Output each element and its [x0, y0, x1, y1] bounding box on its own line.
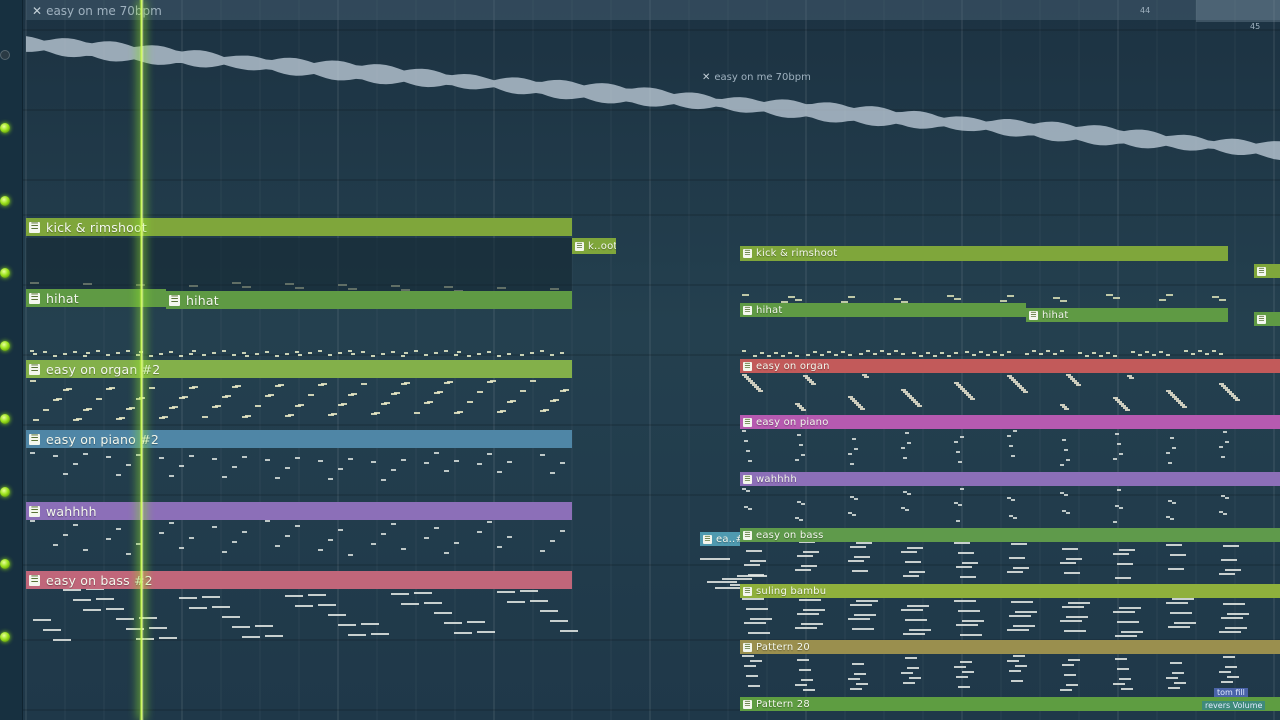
bar-number: 44 — [1140, 6, 1151, 15]
close-icon[interactable]: ✕ — [32, 4, 42, 18]
track-mute-button[interactable] — [0, 50, 10, 60]
pattern-clip-bass[interactable]: ☰ easy on bass #2 — [26, 571, 572, 589]
pattern-clip-hihat[interactable]: ☰ hihat — [1026, 308, 1228, 322]
pattern-icon: ☰ — [743, 699, 752, 709]
pattern-icon: ☰ — [29, 221, 40, 233]
track-strip — [0, 0, 23, 720]
automation-clip-label[interactable]: tom fill — [1214, 688, 1248, 697]
pattern-clip-kick[interactable]: ☰ k..oot — [572, 238, 616, 254]
pattern-clip-pattern28[interactable]: ☰ Pattern 28 — [740, 697, 1280, 711]
track-mute-button[interactable] — [0, 414, 10, 424]
pattern-icon: ☰ — [29, 574, 40, 586]
playhead[interactable] — [139, 0, 144, 720]
pattern-icon: ☰ — [743, 586, 752, 596]
pattern-icon: ☰ — [703, 534, 712, 544]
pattern-clip-suling[interactable]: ☰ suling bambu — [740, 584, 1280, 598]
pattern-icon: ☰ — [743, 530, 752, 540]
pattern-clip-hihat[interactable]: ☰ hihat — [740, 303, 1026, 317]
pattern-icon: ☰ — [743, 305, 752, 315]
track-mute-button[interactable] — [0, 341, 10, 351]
pattern-icon: ☰ — [1029, 310, 1038, 320]
pattern-icon: ☰ — [575, 241, 584, 251]
pattern-clip-organ[interactable]: ☰ easy on organ #2 — [26, 360, 572, 378]
pattern-clip-wah[interactable]: ☰ wahhhh — [740, 472, 1280, 486]
pattern-icon: ☰ — [29, 363, 40, 375]
pattern-clip-piano[interactable]: ☰ easy on piano #2 — [26, 430, 572, 448]
audio-clip-title[interactable]: ✕ easy on me 70bpm — [702, 72, 811, 83]
pattern-icon: ☰ — [169, 294, 180, 306]
track-mute-button[interactable] — [0, 268, 10, 278]
pattern-clip-kick[interactable]: ☰ kick & rimshoot — [26, 218, 572, 236]
automation-clip-label[interactable]: revers Volume — [1202, 701, 1266, 710]
track-mute-button[interactable] — [0, 123, 10, 133]
pattern-icon: ☰ — [743, 642, 752, 652]
pattern-clip-hihat[interactable]: ☰ hihat — [166, 291, 572, 309]
pattern-clip-organ[interactable]: ☰ easy on organ — [740, 359, 1280, 373]
pattern-icon: ☰ — [29, 433, 40, 445]
pattern-icon: ☰ — [743, 417, 752, 427]
pattern-icon: ☰ — [1257, 266, 1266, 276]
pattern-icon: ☰ — [1257, 314, 1266, 324]
pattern-icon: ☰ — [743, 474, 752, 484]
pattern-icon: ☰ — [743, 249, 752, 258]
pattern-clip-wah[interactable]: ☰ wahhhh — [26, 502, 572, 520]
playlist-view: 44 45 ✕ easy on me 70bpm ✕ easy on me 70bp… — [0, 0, 1280, 720]
bar-number: 45 — [1250, 22, 1261, 31]
pattern-clip-bass[interactable]: ☰ea..#3 — [700, 532, 740, 546]
track-mute-button[interactable] — [0, 487, 10, 497]
close-icon[interactable]: ✕ — [702, 72, 710, 83]
pattern-clip-kick[interactable]: ☰ kick & rimshoot — [740, 246, 1228, 261]
pattern-icon: ☰ — [29, 505, 40, 517]
pattern-clip-piano[interactable]: ☰ easy on piano — [740, 415, 1280, 429]
pattern-icon: ☰ — [29, 292, 40, 304]
pattern-clip-hihat[interactable]: ☰ — [1254, 312, 1280, 326]
pattern-icon: ☰ — [743, 361, 752, 371]
track-mute-button[interactable] — [0, 196, 10, 206]
bar-ruler-corner — [1196, 0, 1280, 22]
pattern-clip-hihat[interactable]: ☰ hihat — [26, 289, 166, 307]
pattern-clip-bass[interactable]: ☰ easy on bass — [740, 528, 1280, 542]
track-mute-button[interactable] — [0, 559, 10, 569]
pattern-clip-pattern20[interactable]: ☰ Pattern 20 — [740, 640, 1280, 654]
track-mute-button[interactable] — [0, 632, 10, 642]
pattern-clip-kick[interactable]: ☰ — [1254, 264, 1280, 278]
